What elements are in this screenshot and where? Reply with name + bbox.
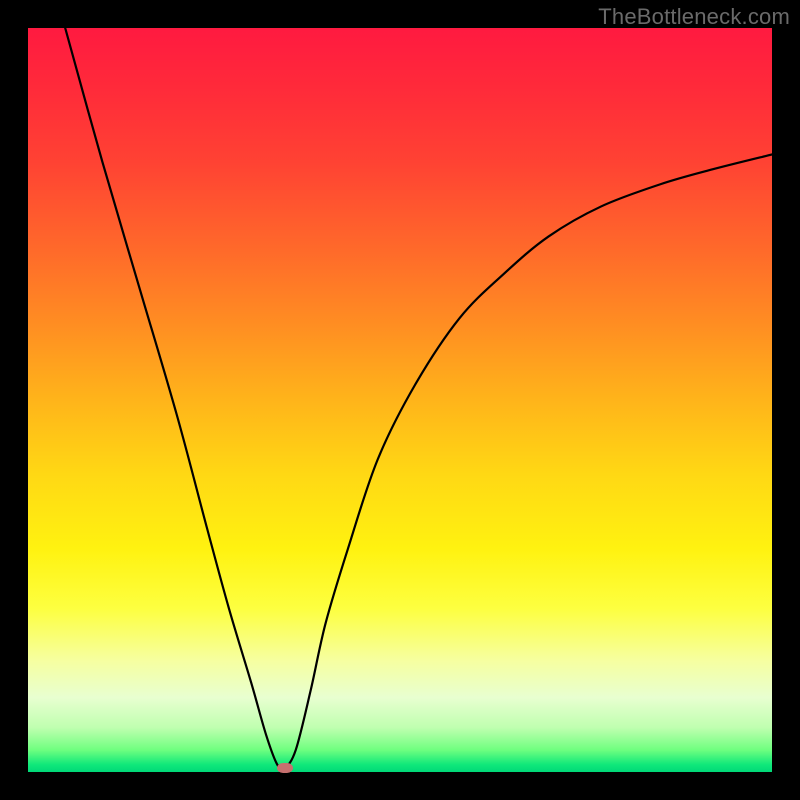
plot-area: [28, 28, 772, 772]
chart-frame: TheBottleneck.com: [0, 0, 800, 800]
watermark-text: TheBottleneck.com: [598, 4, 790, 30]
optimum-marker: [277, 763, 293, 773]
bottleneck-curve: [65, 28, 772, 770]
curve-svg: [28, 28, 772, 772]
